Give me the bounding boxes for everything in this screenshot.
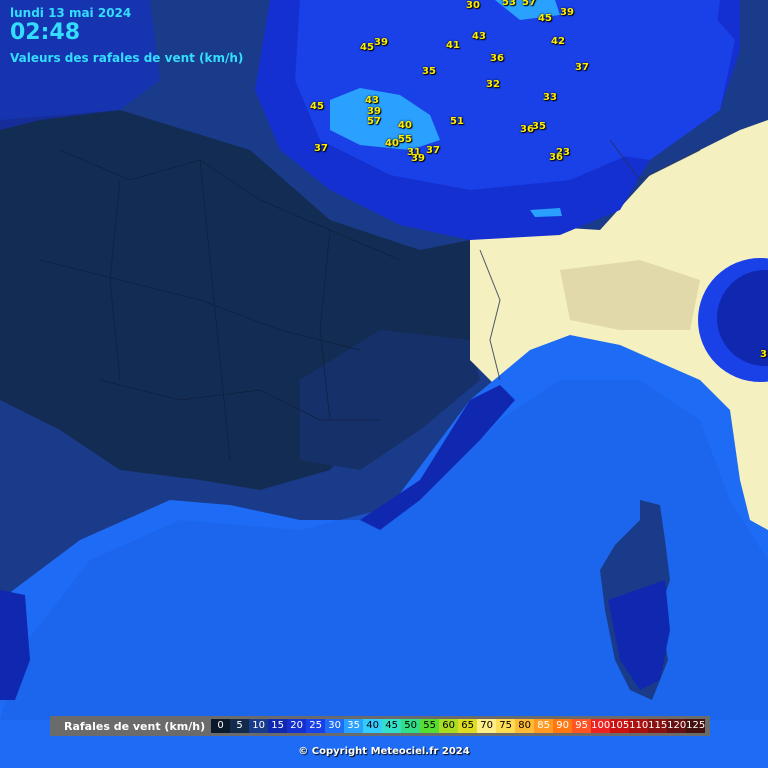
gust-value: 35: [422, 66, 436, 77]
header-date: lundi 13 mai 2024: [10, 6, 132, 20]
gust-value: 39: [374, 37, 388, 48]
legend-cell: 95: [572, 719, 592, 733]
gust-value: 32: [486, 79, 500, 90]
legend-cell: 60: [439, 719, 459, 733]
gust-value: 45: [538, 13, 552, 24]
gust-value: 40: [398, 120, 412, 131]
legend-title: Rafales de vent (km/h): [64, 719, 206, 733]
gust-value: 39: [560, 7, 574, 18]
legend-cell: 30: [325, 719, 345, 733]
gust-value: 41: [446, 40, 460, 51]
gust-value: 42: [551, 36, 565, 47]
copyright: © Copyright Meteociel.fr 2024: [298, 746, 470, 757]
gust-value: 37: [575, 62, 589, 73]
gust-value: 57: [367, 116, 381, 127]
gust-value: 31: [760, 349, 768, 360]
legend-cell: 115: [648, 719, 668, 733]
legend-cell: 35: [344, 719, 364, 733]
gust-value: 53: [502, 0, 516, 8]
legend-cell: 105: [610, 719, 630, 733]
legend-cell: 45: [382, 719, 402, 733]
legend-cell: 15: [268, 719, 288, 733]
legend-cell: 0: [211, 719, 231, 733]
gust-value: 35: [532, 121, 546, 132]
legend-cell: 70: [477, 719, 497, 733]
gust-value: 36: [549, 152, 563, 163]
legend-cell: 120: [667, 719, 687, 733]
legend: Rafales de vent (km/h) 0 5 10 15 20 25 30 35 40 4…: [50, 716, 710, 736]
legend-cell: 80: [515, 719, 535, 733]
legend-cell: 20: [287, 719, 307, 733]
legend-cell: 110: [629, 719, 649, 733]
gust-value: 37: [426, 145, 440, 156]
wind-gust-map: lundi 13 mai 2024 02:48 Valeurs des rafa…: [0, 0, 768, 768]
legend-cell: 90: [553, 719, 573, 733]
gust-value: 45: [310, 101, 324, 112]
gust-value: 45: [360, 42, 374, 53]
legend-cell: 40: [363, 719, 383, 733]
gust-value: 39: [411, 153, 425, 164]
legend-cell: 50: [401, 719, 421, 733]
gust-value: 36: [490, 53, 504, 64]
legend-cell: 75: [496, 719, 516, 733]
legend-cell: 5: [230, 719, 250, 733]
header-time: 02:48: [10, 20, 81, 45]
legend-cell: 10: [249, 719, 269, 733]
gust-value: 43: [472, 31, 486, 42]
legend-cell: 85: [534, 719, 554, 733]
header-subtitle: Valeurs des rafales de vent (km/h): [10, 51, 244, 65]
legend-cell: 55: [420, 719, 440, 733]
gust-value: 55: [398, 134, 412, 145]
gust-value: 43: [365, 95, 379, 106]
legend-cell: 65: [458, 719, 478, 733]
legend-cell: 125: [686, 719, 706, 733]
gust-value: 33: [543, 92, 557, 103]
gust-value: 57: [522, 0, 536, 8]
legend-scale: 0 5 10 15 20 25 30 35 40 45 50 55 60 65 70 75 80 85 90 95 10…: [211, 719, 705, 733]
gust-value: 40: [385, 138, 399, 149]
legend-cell: 25: [306, 719, 326, 733]
gust-value: 37: [314, 143, 328, 154]
gust-value: 30: [466, 0, 480, 11]
legend-cell: 100: [591, 719, 611, 733]
gust-value: 51: [450, 116, 464, 127]
map-background: [0, 0, 768, 768]
